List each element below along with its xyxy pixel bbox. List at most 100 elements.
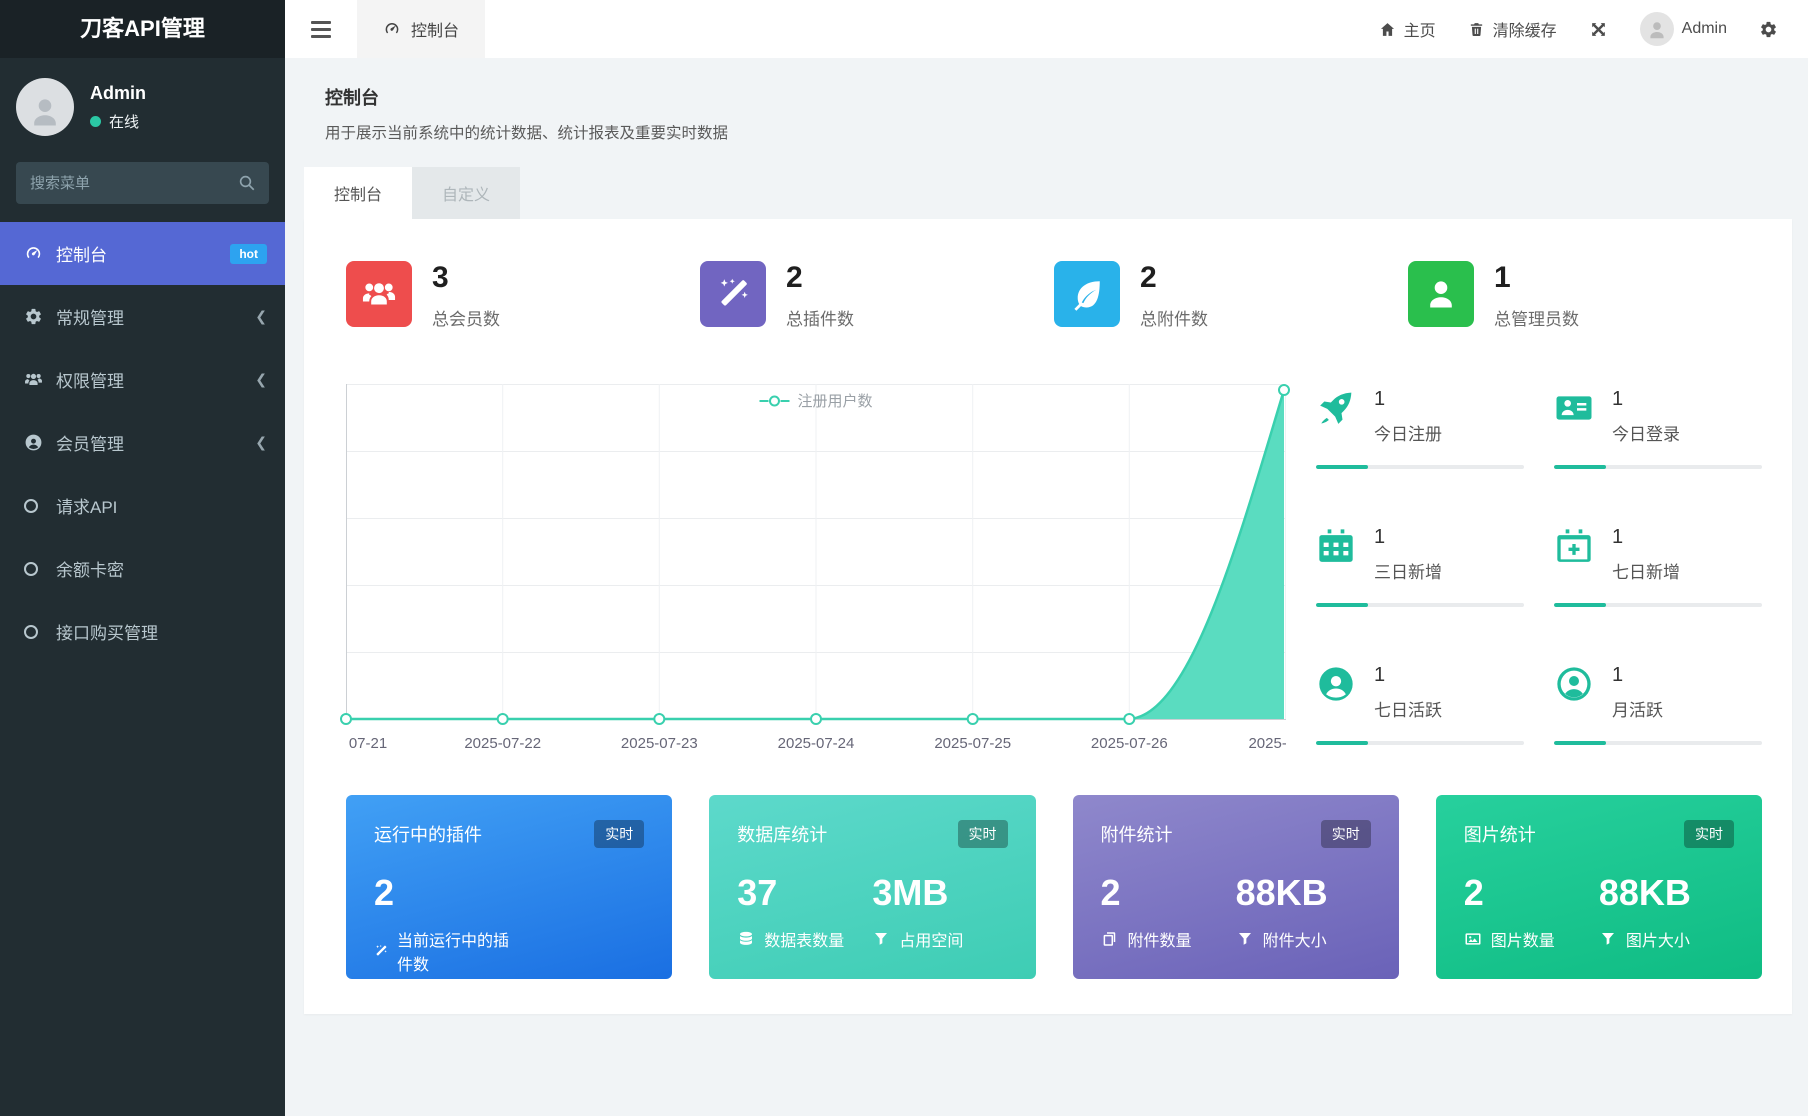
quick-stats-grid: 1 今日注册 1 今日登录 (1316, 384, 1762, 761)
x-tick-label: 2025-07-25 (934, 735, 1011, 752)
quick-stat-seven-day-new: 1 七日新增 (1554, 522, 1762, 617)
quick-stat-value: 1 (1374, 664, 1442, 687)
stat-label: 总插件数 (786, 305, 854, 330)
realtime-badge: 实时 (958, 820, 1008, 848)
user-status: 在线 (90, 111, 146, 132)
hot-badge: hot (230, 244, 267, 264)
stat-value: 2 (1140, 263, 1208, 293)
card-image-stats: 图片统计 实时 2 图片数量 88KB (1436, 795, 1762, 979)
home-label: 主页 (1404, 17, 1436, 41)
progress-bar (1554, 741, 1762, 745)
quick-stat-three-day-new: 1 三日新增 (1316, 522, 1524, 617)
sidebar-item-label: 接口购买管理 (56, 619, 158, 644)
home-link[interactable]: 主页 (1379, 17, 1436, 41)
sidebar-item-label: 权限管理 (56, 367, 124, 392)
card-title: 运行中的插件 (374, 821, 482, 847)
user-status-label: 在线 (109, 111, 139, 132)
brand-title: 刀客API管理 (0, 0, 285, 58)
hamburger-menu-icon[interactable] (285, 21, 357, 38)
progress-bar (1316, 465, 1524, 469)
card-database-stats: 数据库统计 实时 37 数据表数量 3MB (709, 795, 1035, 979)
dashboard-icon (383, 20, 401, 38)
legend-marker-icon (759, 395, 789, 407)
x-tick-label: 2025-07-23 (621, 735, 698, 752)
sidebar-item-dashboard[interactable]: 控制台 hot (0, 222, 285, 285)
fullscreen-button[interactable] (1589, 20, 1608, 39)
realtime-badge: 实时 (1321, 820, 1371, 848)
magic-wand-icon (700, 261, 766, 327)
card-value: 88KB (1599, 872, 1734, 914)
chart-legend[interactable]: 注册用户数 (759, 390, 872, 411)
rocket-icon (1316, 388, 1356, 445)
clear-cache-label: 清除缓存 (1493, 17, 1557, 41)
search-icon[interactable] (238, 174, 256, 192)
user-menu[interactable]: Admin (1640, 12, 1727, 46)
sidebar-item-balance-card[interactable]: 余额卡密 (0, 537, 285, 600)
card-value: 3MB (872, 872, 1007, 914)
stat-total-admins: 1 总管理员数 (1408, 261, 1762, 330)
chart-area-fill (346, 390, 1284, 719)
sidebar-item-label: 请求API (56, 493, 117, 518)
app-window: 刀客API管理 Admin 在线 控制台 hot (0, 0, 1808, 1116)
avatar (16, 78, 74, 136)
tab-custom[interactable]: 自定义 (412, 167, 520, 219)
user-name: Admin (90, 83, 146, 104)
x-tick-label: 2025-07-26 (1091, 735, 1168, 752)
stat-total-plugins: 2 总插件数 (700, 261, 1054, 330)
user-panel: Admin 在线 (0, 58, 285, 154)
quick-stat-value: 1 (1374, 388, 1442, 411)
dashboard-panel: 3 总会员数 2 总插件数 2 总附件数 (304, 219, 1792, 1014)
mid-row: 注册用户数 07-21 2025-07-22 2025-07-23 2025-0… (346, 384, 1762, 761)
card-caption: 附件数量 (1128, 927, 1192, 951)
topbar-tab-label: 控制台 (411, 17, 459, 41)
user-circle-icon (1316, 664, 1356, 721)
filter-icon (872, 930, 890, 948)
quick-stat-today-login: 1 今日登录 (1554, 384, 1762, 479)
sidebar-item-general[interactable]: 常规管理 ❮ (0, 285, 285, 348)
realtime-badge: 实时 (1684, 820, 1734, 848)
quick-stat-month-active: 1 月活跃 (1554, 660, 1762, 755)
stat-value: 1 (1494, 263, 1579, 293)
topbar: 控制台 主页 清除缓存 Admin (285, 0, 1808, 58)
settings-button[interactable] (1759, 20, 1778, 39)
chevron-left-icon: ❮ (255, 371, 267, 388)
quick-stat-label: 今日注册 (1374, 420, 1442, 445)
quick-stat-label: 今日登录 (1612, 420, 1680, 445)
sidebar-item-api-purchase[interactable]: 接口购买管理 (0, 600, 285, 663)
gear-icon (1759, 20, 1778, 39)
magic-wand-icon (374, 942, 388, 960)
calendar-icon (1316, 526, 1356, 583)
gears-icon (24, 307, 56, 326)
topbar-tab-dashboard[interactable]: 控制台 (357, 0, 485, 58)
sidebar-item-auth[interactable]: 权限管理 ❮ (0, 348, 285, 411)
registration-chart: 注册用户数 07-21 2025-07-22 2025-07-23 2025-0… (346, 384, 1286, 761)
panel-tabs: 控制台 自定义 (304, 167, 1792, 219)
search-input[interactable] (16, 162, 269, 204)
filter-icon (1236, 930, 1254, 948)
progress-bar (1316, 603, 1524, 607)
clear-cache-button[interactable]: 清除缓存 (1468, 17, 1557, 41)
card-caption: 占用空间 (899, 927, 963, 951)
area-chart (346, 384, 1286, 720)
dashboard-icon (24, 244, 56, 263)
copy-icon (1101, 930, 1119, 948)
sidebar-item-request-api[interactable]: 请求API (0, 474, 285, 537)
users-icon (24, 370, 56, 389)
stat-value: 2 (786, 263, 854, 293)
chart-line (346, 390, 1284, 719)
sidebar-item-members[interactable]: 会员管理 ❮ (0, 411, 285, 474)
menu-search (16, 162, 269, 204)
page-head: 控制台 用于展示当前系统中的统计数据、统计报表及重要实时数据 (304, 84, 1792, 143)
card-title: 附件统计 (1101, 821, 1173, 847)
chevron-left-icon: ❮ (255, 434, 267, 451)
quick-stat-value: 1 (1612, 526, 1680, 549)
content: 控制台 用于展示当前系统中的统计数据、统计报表及重要实时数据 控制台 自定义 3… (285, 58, 1808, 1116)
sidebar-menu: 控制台 hot 常规管理 ❮ 权限管理 ❮ 会员管理 ❮ 请求API (0, 222, 285, 663)
card-value: 37 (737, 872, 872, 914)
x-tick-label: 2025-07-24 (778, 735, 855, 752)
x-axis-labels: 07-21 2025-07-22 2025-07-23 2025-07-24 2… (346, 735, 1286, 761)
calendar-plus-icon (1554, 526, 1594, 583)
quick-stat-label: 三日新增 (1374, 558, 1442, 583)
tab-dashboard[interactable]: 控制台 (304, 167, 412, 219)
card-title: 图片统计 (1464, 821, 1536, 847)
